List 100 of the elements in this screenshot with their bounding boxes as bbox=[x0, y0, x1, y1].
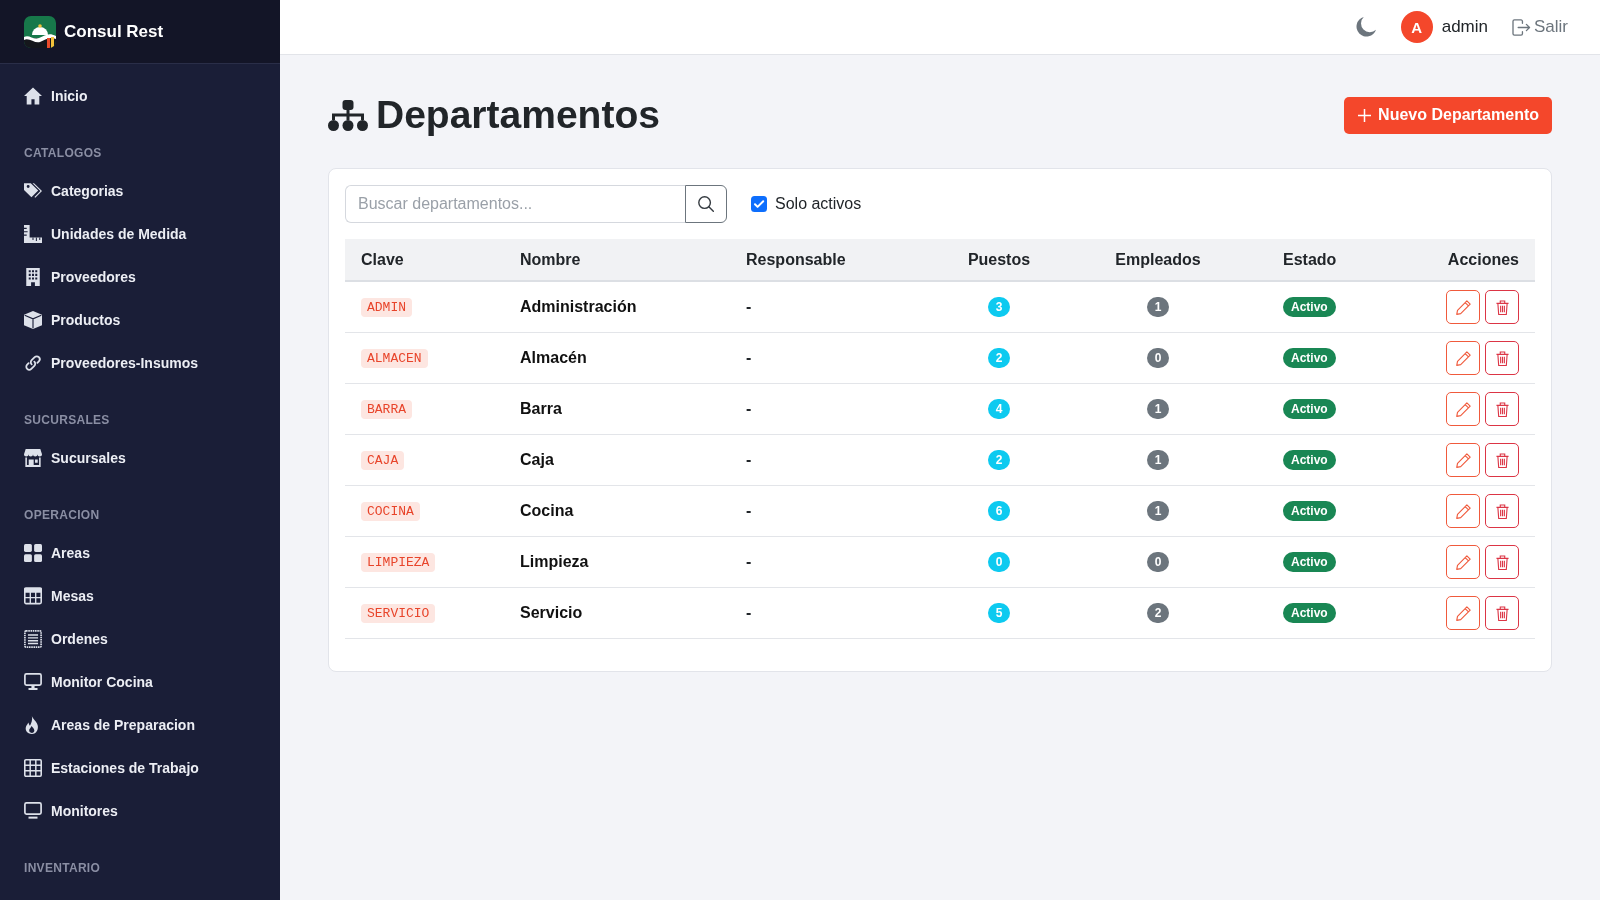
sidebar-link[interactable]: Unidades de Medida bbox=[24, 212, 187, 255]
search-field[interactable]: Buscar departamentos... bbox=[345, 185, 685, 223]
pencil-icon bbox=[1455, 452, 1471, 468]
plus-icon bbox=[1358, 108, 1372, 122]
sidebar-link[interactable]: Productos bbox=[24, 298, 121, 341]
table-cell: Almacén bbox=[504, 332, 730, 384]
column-header: Empleados bbox=[1049, 239, 1267, 281]
table-cell: Limpieza bbox=[504, 536, 730, 588]
table-cell: - bbox=[730, 383, 949, 435]
delete-button[interactable] bbox=[1485, 443, 1519, 477]
trash-icon bbox=[1495, 452, 1509, 468]
count-badge: 5 bbox=[988, 603, 1010, 623]
column-header: Responsable bbox=[730, 239, 949, 281]
column-header: Acciones bbox=[1407, 239, 1535, 281]
sitemap-icon bbox=[328, 99, 368, 131]
link-icon bbox=[24, 353, 42, 372]
section-heading: CATALOGOS bbox=[24, 145, 102, 162]
count-badge: 3 bbox=[988, 297, 1010, 317]
sidebar-link[interactable]: Monitor Cocina bbox=[24, 660, 153, 703]
trash-icon bbox=[1495, 605, 1509, 621]
sidebar-link[interactable]: Areas de Preparacion bbox=[24, 703, 195, 746]
new-department-button[interactable]: Nuevo Departamento bbox=[1344, 96, 1552, 134]
status-badge: Activo bbox=[1283, 297, 1336, 317]
sidebar-link[interactable]: Monitores bbox=[24, 789, 118, 832]
user-name[interactable]: admin bbox=[1441, 17, 1488, 37]
monitor-icon bbox=[24, 801, 42, 820]
monitor-icon bbox=[24, 672, 42, 691]
code-badge: BARRA bbox=[361, 400, 412, 419]
sidebar-link[interactable]: Categorias bbox=[24, 169, 124, 212]
edit-button[interactable] bbox=[1446, 290, 1480, 324]
cloche-logo-icon bbox=[24, 15, 56, 48]
edit-button[interactable] bbox=[1446, 392, 1480, 426]
column-header: Estado bbox=[1267, 239, 1407, 281]
trash-icon bbox=[1495, 503, 1509, 519]
search-icon bbox=[698, 196, 714, 212]
table-cell: - bbox=[730, 434, 949, 486]
edit-button[interactable] bbox=[1446, 596, 1480, 630]
column-header: Nombre bbox=[504, 239, 730, 281]
home-icon bbox=[24, 86, 42, 105]
edit-button[interactable] bbox=[1446, 443, 1480, 477]
logout-link[interactable]: Salir bbox=[1512, 17, 1568, 37]
box-icon bbox=[24, 310, 42, 329]
code-badge: SERVICIO bbox=[361, 604, 436, 623]
delete-button[interactable] bbox=[1485, 341, 1519, 375]
count-badge: 2 bbox=[988, 348, 1010, 368]
count-badge: 4 bbox=[988, 399, 1010, 419]
trash-icon bbox=[1495, 350, 1509, 366]
sidebar-link[interactable]: Proveedores-Insumos bbox=[24, 341, 199, 384]
trash-icon bbox=[1495, 299, 1509, 315]
sidebar-link[interactable]: Mesas bbox=[24, 574, 94, 617]
table-cell: Barra bbox=[504, 383, 730, 435]
status-badge: Activo bbox=[1283, 552, 1336, 572]
building-icon bbox=[24, 267, 42, 286]
trash-icon bbox=[1495, 401, 1509, 417]
column-header: Puestos bbox=[949, 239, 1049, 281]
sidebar-link[interactable]: Areas bbox=[24, 531, 90, 574]
logout-icon bbox=[1512, 18, 1531, 36]
edit-button[interactable] bbox=[1446, 545, 1480, 579]
sidebar-link[interactable]: Sucursales bbox=[24, 436, 126, 479]
checkbox[interactable] bbox=[751, 196, 767, 212]
status-badge: Activo bbox=[1283, 501, 1336, 521]
section-heading: SUCURSALES bbox=[24, 412, 110, 429]
sidebar-link[interactable]: Inicio bbox=[24, 74, 88, 117]
count-badge: 6 bbox=[988, 501, 1010, 521]
sidebar-link[interactable]: Proveedores bbox=[24, 255, 136, 298]
grid-outline-icon bbox=[24, 758, 42, 777]
ruler-icon bbox=[24, 224, 42, 243]
count-badge: 2 bbox=[1147, 603, 1169, 623]
sidebar-link[interactable]: Estaciones de Trabajo bbox=[24, 746, 199, 789]
avatar[interactable]: A bbox=[1400, 11, 1433, 43]
count-badge: 1 bbox=[1147, 297, 1169, 317]
delete-button[interactable] bbox=[1485, 290, 1519, 324]
count-badge: 1 bbox=[1147, 399, 1169, 419]
moon-icon[interactable] bbox=[1355, 17, 1376, 37]
delete-button[interactable] bbox=[1485, 596, 1519, 630]
edit-button[interactable] bbox=[1446, 341, 1480, 375]
pencil-icon bbox=[1455, 350, 1471, 366]
edit-button[interactable] bbox=[1446, 494, 1480, 528]
code-badge: CAJA bbox=[361, 451, 405, 470]
table-cell: Cocina bbox=[504, 485, 730, 537]
code-badge: ADMIN bbox=[361, 298, 412, 317]
code-badge: ALMACEN bbox=[361, 349, 428, 368]
delete-button[interactable] bbox=[1485, 494, 1519, 528]
sidebar-link[interactable]: Ordenes bbox=[24, 617, 108, 660]
count-badge: 1 bbox=[1147, 450, 1169, 470]
count-badge: 0 bbox=[1147, 552, 1169, 572]
delete-button[interactable] bbox=[1485, 392, 1519, 426]
trash-icon bbox=[1495, 554, 1509, 570]
shop-icon bbox=[24, 448, 42, 467]
code-badge: COCINA bbox=[361, 502, 420, 521]
pencil-icon bbox=[1455, 554, 1471, 570]
status-badge: Activo bbox=[1283, 399, 1336, 419]
count-badge: 2 bbox=[988, 450, 1010, 470]
table-icon bbox=[24, 586, 42, 605]
pencil-icon bbox=[1455, 299, 1471, 315]
delete-button[interactable] bbox=[1485, 545, 1519, 579]
checkbox-label[interactable]: Solo activos bbox=[775, 195, 862, 213]
table-cell: Administración bbox=[504, 281, 730, 333]
search-button[interactable] bbox=[685, 185, 727, 223]
page-title: Departamentos bbox=[376, 93, 660, 137]
